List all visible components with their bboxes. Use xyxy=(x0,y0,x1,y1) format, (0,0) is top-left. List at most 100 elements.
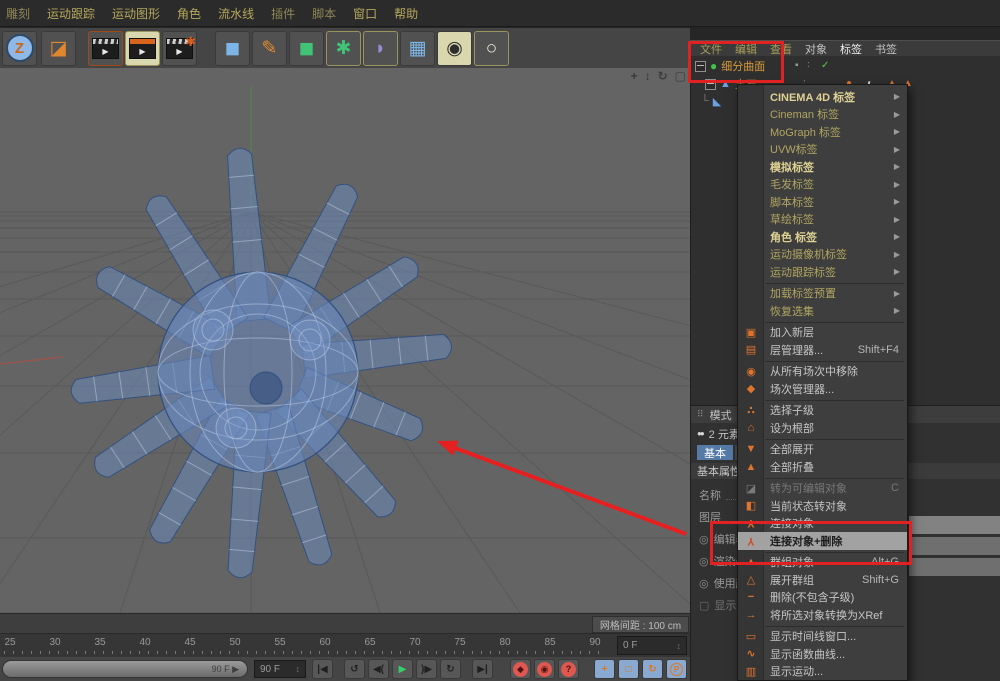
camera-button[interactable]: ◉ xyxy=(437,31,472,66)
om-menu-对象[interactable]: 对象 xyxy=(805,41,827,57)
menu-item-显示运动[interactable]: 显示运动...▥ xyxy=(738,663,907,681)
light-button[interactable]: ○ xyxy=(474,31,509,66)
menu-item-选择子级[interactable]: 选择子级∴ xyxy=(738,402,907,420)
record-rotation-button[interactable]: ↻ xyxy=(642,659,663,679)
object-row-subdivision-surface[interactable]: ●细分曲面▪∶✓ xyxy=(695,58,995,74)
play-button[interactable]: ▶ xyxy=(392,659,413,679)
rotate-icon[interactable]: ↻ xyxy=(658,69,668,83)
pan-icon[interactable]: + xyxy=(631,69,638,83)
menu-item-Cineman标签[interactable]: Cineman 标签▶ xyxy=(738,106,907,124)
menu-item-当前状态转对象[interactable]: 当前状态转对象◧ xyxy=(738,497,907,515)
menu-item-层管理器[interactable]: 层管理器...▤Shift+F4 xyxy=(738,341,907,359)
visibility-dots-icon[interactable]: ∶ xyxy=(807,58,810,74)
timeline-slider-value: 90 F ▶ xyxy=(212,664,239,675)
menu-item-窗口[interactable]: 窗口 xyxy=(353,5,377,22)
attribute-input-field[interactable] xyxy=(909,558,1000,576)
timeline-ruler[interactable]: 0 F ↕ 2530354045505560657075808590 xyxy=(0,633,690,657)
goto-start-button[interactable]: |◀ xyxy=(312,659,333,679)
menu-item-运动图形[interactable]: 运动图形 xyxy=(112,5,160,22)
menu-item-加载标签预置[interactable]: 加载标签预置▶ xyxy=(738,285,907,303)
record-parameter-button[interactable]: P xyxy=(666,659,687,679)
menu-item-毛发标签[interactable]: 毛发标签▶ xyxy=(738,176,907,194)
menu-item-显示函数曲线[interactable]: 显示函数曲线...∿ xyxy=(738,645,907,663)
menu-item-运动摄像机标签[interactable]: 运动摄像机标签▶ xyxy=(738,246,907,264)
om-menu-标签[interactable]: 标签 xyxy=(840,41,862,57)
menu-item-脚本标签[interactable]: 脚本标签▶ xyxy=(738,193,907,211)
previous-key-button[interactable]: ◀( xyxy=(368,659,389,679)
play-mode-button[interactable]: ↺ xyxy=(344,659,365,679)
menu-item-从所有场次中移除[interactable]: 从所有场次中移除◉ xyxy=(738,363,907,381)
menu-item-场次管理器[interactable]: 场次管理器...◆ xyxy=(738,380,907,398)
menu-item-CINEMA4D标签[interactable]: CINEMA 4D 标签▶ xyxy=(738,88,907,106)
checkbox-icon[interactable]: ▢ xyxy=(699,599,709,612)
menu-item-模拟标签[interactable]: 模拟标签▶ xyxy=(738,158,907,176)
object-row-child[interactable]: └◣ xyxy=(701,93,721,109)
timeline-slider[interactable]: 90 F ▶ xyxy=(2,660,248,678)
spline-pen-button[interactable]: ✎ xyxy=(252,31,287,66)
menu-item-连接对象[interactable]: 连接对象Y xyxy=(738,515,907,533)
menu-item-全部展开[interactable]: 全部展开▼ xyxy=(738,441,907,459)
object-label[interactable]: 细分曲面 xyxy=(721,58,765,74)
next-key-button[interactable]: )▶ xyxy=(416,659,437,679)
add-cube-button[interactable]: ◼ xyxy=(215,31,250,66)
generators-button[interactable]: ✱ xyxy=(326,31,361,66)
menu-item-全部折叠[interactable]: 全部折叠▲ xyxy=(738,458,907,476)
menu-item-展开群组[interactable]: 展开群组△Shift+G xyxy=(738,571,907,589)
menu-item-雕刻[interactable]: 雕刻 xyxy=(6,5,30,22)
menu-item-UVW标签[interactable]: UVW标签▶ xyxy=(738,141,907,159)
attribute-input-field[interactable] xyxy=(909,537,1000,555)
make-editable-button[interactable]: ◼ xyxy=(289,31,324,66)
menu-item-显示时间线窗口[interactable]: 显示时间线窗口...▭ xyxy=(738,628,907,646)
autokey-button[interactable]: ◉ xyxy=(534,659,555,679)
menu-item-群组对象[interactable]: 群组对象▲Alt+G xyxy=(738,554,907,572)
goz-button[interactable]: Z xyxy=(2,31,37,66)
om-menu-书签[interactable]: 书签 xyxy=(875,41,897,57)
current-frame-value: 90 F xyxy=(260,664,280,675)
end-frame-input[interactable]: 0 F ↕ xyxy=(617,636,687,655)
render-picture-viewer-button[interactable]: ▶ xyxy=(125,31,160,66)
menu-item-帮助[interactable]: 帮助 xyxy=(394,5,418,22)
tab-基本[interactable]: 基本 xyxy=(697,445,733,460)
menu-item-MoGraph标签[interactable]: MoGraph 标签▶ xyxy=(738,123,907,141)
viewport-3d[interactable]: + ↕ ↻ ▢ xyxy=(0,68,690,613)
stepper-icon[interactable]: ↕ xyxy=(677,641,682,651)
attribute-input-field[interactable] xyxy=(909,516,1000,534)
state-dot-icon[interactable]: ▪ xyxy=(795,58,799,74)
om-menu-编辑[interactable]: 编辑 xyxy=(735,41,757,57)
menu-item-删除(不包含子级)[interactable]: 删除(不包含子级)− xyxy=(738,589,907,607)
menu-item-插件[interactable]: 插件 xyxy=(271,5,295,22)
enabled-checkmark-icon[interactable]: ✓ xyxy=(821,58,829,74)
loop-button[interactable]: ↻ xyxy=(440,659,461,679)
menu-item-角色标签[interactable]: 角色 标签▶ xyxy=(738,228,907,246)
menu-item-运动跟踪标签[interactable]: 运动跟踪标签▶ xyxy=(738,263,907,281)
menu-item-设为根部[interactable]: 设为根部⌂ xyxy=(738,419,907,437)
deformers-button[interactable]: ◗ xyxy=(363,31,398,66)
om-menu-查看[interactable]: 查看 xyxy=(770,41,792,57)
menu-item-恢复选集[interactable]: 恢复选集▶ xyxy=(738,302,907,320)
record-keyframe-button[interactable]: ◆ xyxy=(510,659,531,679)
maximize-icon[interactable]: ▢ xyxy=(675,69,686,83)
menu-item-将所选对象转换为XRef[interactable]: 将所选对象转换为XRef→ xyxy=(738,606,907,624)
menu-item-连接对象+删除[interactable]: 连接对象+删除Y xyxy=(738,532,907,550)
om-menu-文件[interactable]: 文件 xyxy=(700,41,722,57)
stepper-icon[interactable]: ↕ xyxy=(296,664,301,674)
record-scale-button[interactable]: □ xyxy=(618,659,639,679)
menu-item-脚本[interactable]: 脚本 xyxy=(312,5,336,22)
menu-item-加入新层[interactable]: 加入新层▣ xyxy=(738,324,907,342)
record-position-button[interactable]: + xyxy=(594,659,615,679)
current-frame-input[interactable]: 90 F ↕ xyxy=(254,660,306,678)
menu-item-草绘标签[interactable]: 草绘标签▶ xyxy=(738,211,907,229)
expand-toggle[interactable] xyxy=(695,61,706,72)
floor-objects-button[interactable]: ▦ xyxy=(400,31,435,66)
menu-item-角色[interactable]: 角色 xyxy=(177,5,201,22)
menu-item-流水线[interactable]: 流水线 xyxy=(218,5,254,22)
zoom-icon[interactable]: ↕ xyxy=(645,69,651,83)
goto-end-button[interactable]: ▶| xyxy=(472,659,493,679)
radio-icon: ◎ xyxy=(699,555,709,568)
render-view-button[interactable]: ▶ xyxy=(88,31,123,66)
keyframe-help-button[interactable]: ? xyxy=(558,659,579,679)
expand-toggle[interactable] xyxy=(705,79,716,90)
menu-item-运动跟踪[interactable]: 运动跟踪 xyxy=(47,5,95,22)
render-settings-button[interactable]: ▶✱ xyxy=(162,31,197,66)
axis-workplane-button[interactable]: ◪ xyxy=(41,31,76,66)
